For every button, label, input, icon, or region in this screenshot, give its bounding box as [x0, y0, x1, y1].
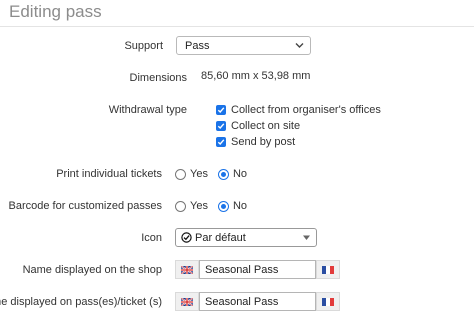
radio-no-label: No: [232, 168, 248, 180]
print-individual-radio-group: Yes No: [175, 168, 257, 180]
barcode-label: Barcode for customized passes: [8, 200, 162, 212]
icon-label: Icon: [141, 232, 162, 244]
radio-no[interactable]: [217, 200, 229, 212]
withdrawal-option-offices[interactable]: Collect from organiser's offices: [216, 104, 381, 116]
fr-flag-icon[interactable]: [316, 292, 340, 311]
pass-name-label: Name displayed on pass(es)/ticket (s): [0, 296, 162, 308]
icon-select[interactable]: Par défaut: [175, 228, 317, 247]
dimensions-value: 85,60 mm x 53,98 mm: [201, 70, 311, 82]
withdrawal-label: Withdrawal type: [108, 104, 187, 116]
withdrawal-option-post[interactable]: Send by post: [216, 136, 295, 148]
checkbox-checked-icon[interactable]: [216, 137, 226, 147]
withdrawal-option-label: Collect from organiser's offices: [231, 104, 381, 116]
uk-flag-icon: [175, 260, 199, 279]
caret-down-icon: [303, 233, 310, 242]
edit-pass-form: Editing pass Support Pass Dimensions 85,…: [0, 0, 474, 325]
withdrawal-option-site[interactable]: Collect on site: [216, 120, 300, 132]
radio-no-label: No: [232, 200, 248, 212]
radio-yes[interactable]: [175, 168, 186, 180]
page-title: Editing pass: [9, 2, 102, 21]
radio-no[interactable]: [217, 168, 229, 180]
chevron-down-icon: [295, 41, 304, 50]
radio-yes[interactable]: [175, 200, 186, 212]
withdrawal-option-label: Collect on site: [231, 120, 301, 132]
withdrawal-option-label: Send by post: [231, 136, 296, 148]
shop-name-label: Name displayed on the shop: [22, 264, 162, 276]
pass-name-input[interactable]: [199, 292, 316, 311]
fr-flag-icon[interactable]: [316, 260, 340, 279]
checkbox-checked-icon[interactable]: [216, 105, 226, 115]
checkbox-checked-icon[interactable]: [216, 121, 226, 131]
title-divider: [0, 26, 474, 27]
print-individual-label: Print individual tickets: [56, 168, 162, 180]
support-select-value: Pass: [185, 39, 210, 52]
support-label: Support: [124, 40, 163, 52]
uk-flag-icon: [175, 292, 199, 311]
check-circle-icon: [181, 232, 192, 243]
radio-yes-label: Yes: [190, 168, 208, 180]
shop-name-input[interactable]: [199, 260, 316, 279]
icon-select-value: Par défaut: [195, 231, 246, 244]
radio-yes-label: Yes: [190, 200, 208, 212]
dimensions-label: Dimensions: [129, 72, 187, 84]
support-select[interactable]: Pass: [176, 36, 311, 55]
barcode-radio-group: Yes No: [175, 200, 257, 212]
